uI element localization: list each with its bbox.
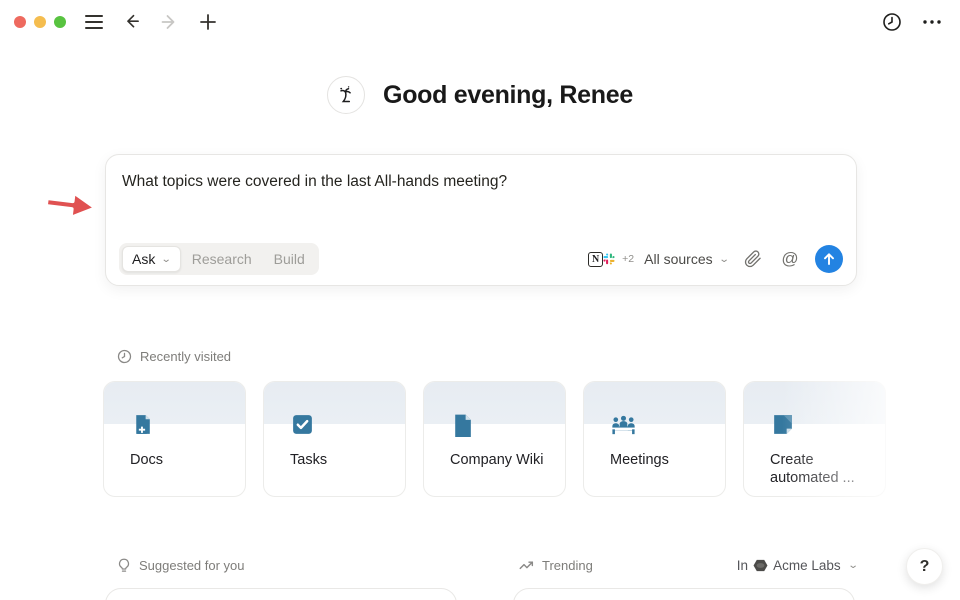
composer-question-input[interactable]: What topics were covered in the last All… <box>122 173 840 191</box>
more-menu-button[interactable] <box>920 10 944 34</box>
page-title: Good evening, Renee <box>383 81 633 110</box>
section-title: Suggested for you <box>139 558 245 573</box>
card-banner <box>424 382 565 424</box>
chevron-down-icon: ⌄ <box>847 560 858 571</box>
card-label: Company Wiki <box>450 452 551 470</box>
ai-composer[interactable]: What topics were covered in the last All… <box>105 154 857 286</box>
chevron-down-icon: ⌄ <box>718 254 729 265</box>
workspace-selector[interactable]: In Acme Labs ⌄ <box>735 558 857 573</box>
trending-header: Trending <box>519 558 593 573</box>
card-label: Tasks <box>290 452 391 470</box>
suggested-header: Suggested for you <box>117 558 245 573</box>
mention-button[interactable]: @ <box>778 247 802 271</box>
card-create-automated[interactable]: Create automated ... <box>743 381 886 497</box>
card-company-wiki[interactable]: Company Wiki <box>423 381 566 497</box>
minimize-window-button[interactable] <box>34 16 46 28</box>
at-sign-icon: @ <box>781 249 798 269</box>
slack-icon <box>601 251 617 267</box>
arrow-right-icon <box>160 12 180 32</box>
help-button[interactable]: ? <box>906 548 943 585</box>
arrow-left-icon <box>122 12 142 32</box>
card-meetings[interactable]: Meetings <box>583 381 726 497</box>
mode-ask-button[interactable]: Ask ⌄ <box>122 246 181 272</box>
forward-button[interactable] <box>158 10 182 34</box>
greeting-header: Good evening, Renee <box>0 76 960 114</box>
sources-selector[interactable]: N +2 All sources ⌄ <box>588 251 728 267</box>
section-title: Trending <box>542 558 593 573</box>
hamburger-icon[interactable] <box>82 10 106 34</box>
template-icon <box>770 412 795 437</box>
lightbulb-icon <box>117 558 131 573</box>
recently-visited-header: Recently visited <box>117 349 231 364</box>
task-check-icon <box>290 412 315 437</box>
card-label: Docs <box>130 452 231 470</box>
attach-button[interactable] <box>741 247 765 271</box>
paperclip-icon <box>744 250 762 268</box>
section-title: Recently visited <box>140 349 231 364</box>
card-banner <box>584 382 725 424</box>
card-banner <box>104 382 245 424</box>
page-icon <box>450 412 475 437</box>
recently-visited-cards: Docs Tasks Company Wiki <box>103 381 886 497</box>
card-docs[interactable]: Docs <box>103 381 246 497</box>
card-label: Create automated ... <box>770 452 871 487</box>
meeting-people-icon <box>610 412 637 437</box>
card-label: Meetings <box>610 452 711 470</box>
workspace-name: Acme Labs <box>773 558 841 573</box>
palm-face-icon <box>327 76 365 114</box>
mode-research-button[interactable]: Research <box>181 246 263 272</box>
doc-plus-icon <box>130 412 155 437</box>
back-button[interactable] <box>120 10 144 34</box>
card-banner <box>744 382 885 424</box>
suggested-card[interactable] <box>105 588 457 600</box>
plus-icon <box>199 13 217 31</box>
window-topbar <box>0 0 960 44</box>
all-sources-label: All sources <box>644 251 712 267</box>
help-label: ? <box>920 558 930 576</box>
history-button[interactable] <box>880 10 904 34</box>
card-tasks[interactable]: Tasks <box>263 381 406 497</box>
submit-button[interactable] <box>815 245 843 273</box>
trending-card[interactable] <box>513 588 855 600</box>
composer-toolbar: Ask ⌄ Research Build N <box>119 244 843 274</box>
mode-switcher: Ask ⌄ Research Build <box>119 243 319 275</box>
clock-icon <box>882 12 902 32</box>
card-banner <box>264 382 405 424</box>
notion-icon: N <box>588 252 603 267</box>
new-tab-button[interactable] <box>196 10 220 34</box>
extra-sources-count: +2 <box>622 253 634 265</box>
close-window-button[interactable] <box>14 16 26 28</box>
ellipsis-icon <box>921 12 943 32</box>
arrow-up-icon <box>822 252 836 266</box>
clock-icon <box>117 349 132 364</box>
app-window: Good evening, Renee What topics were cov… <box>0 0 960 600</box>
zoom-window-button[interactable] <box>54 16 66 28</box>
trending-up-icon <box>519 559 534 572</box>
mode-label: Ask <box>132 251 155 267</box>
acme-logo-icon <box>753 559 768 572</box>
annotation-arrow-icon <box>39 179 102 234</box>
chevron-down-icon: ⌄ <box>161 254 172 265</box>
traffic-lights <box>14 16 66 28</box>
workspace-prefix: In <box>737 558 748 573</box>
mode-build-button[interactable]: Build <box>263 246 316 272</box>
